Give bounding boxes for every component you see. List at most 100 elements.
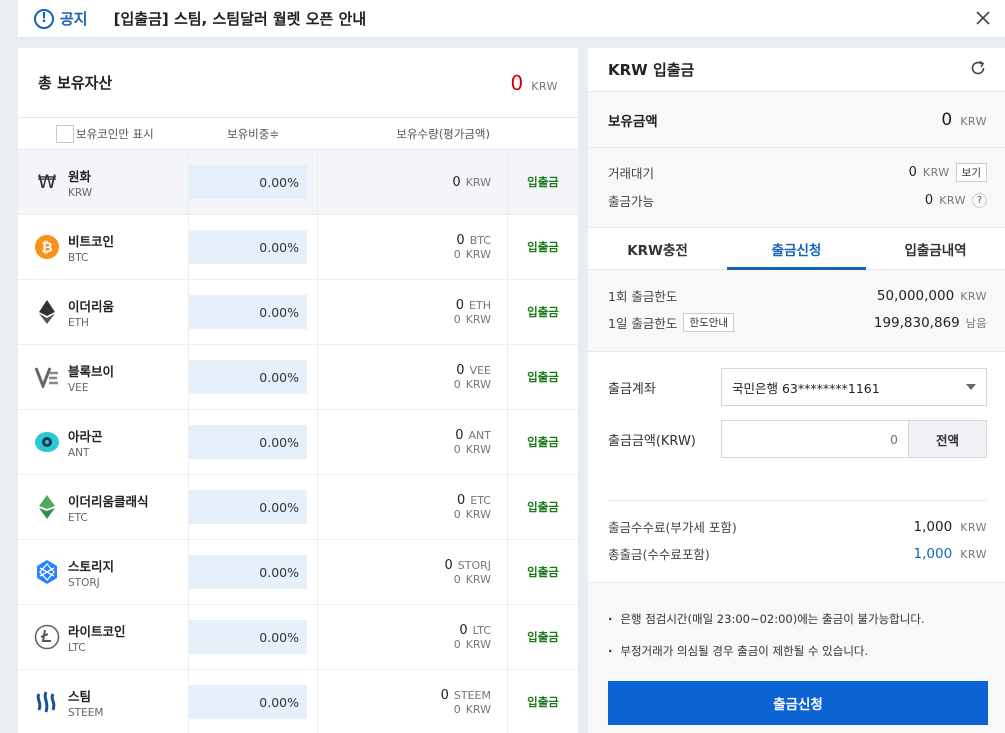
owned-only-toggle[interactable]: 보유코인만 표시 — [18, 124, 188, 143]
quantity-line: 0 VEE — [456, 363, 491, 378]
deposit-withdraw-link[interactable]: 입출금 — [508, 605, 578, 669]
total-assets-number: 0 — [510, 70, 524, 95]
value-line: 0 KRW — [454, 313, 491, 326]
holding-label: 보유금액 — [608, 113, 658, 130]
limit-day-row: 1일 출금한도 한도안내 199,830,869 남음 — [608, 309, 987, 336]
table-row[interactable]: ₿ 비트코인 BTC 0.00% 0 BTC 0 KRW 입출금 — [18, 215, 578, 280]
coin-quantity-unit: VEE — [469, 364, 491, 377]
tab-transaction-history[interactable]: 입출금내역 — [866, 228, 1005, 269]
steem-icon — [34, 689, 60, 715]
quantity-line: 0 STEEM — [441, 688, 491, 703]
coin-value: 0 — [453, 313, 461, 326]
coin-ratio-cell: 0.00% — [188, 280, 318, 344]
deposit-withdraw-link[interactable]: 입출금 — [508, 280, 578, 344]
coin-quantity-unit: ETC — [470, 494, 491, 507]
coin-quantity-cell: 0 LTC 0 KRW — [318, 605, 508, 669]
storj-icon — [34, 559, 60, 585]
deposit-withdraw-link[interactable]: 입출금 — [508, 150, 578, 214]
account-select[interactable]: 국민은행 63********1161 — [721, 368, 987, 406]
deposit-withdraw-link[interactable]: 입출금 — [508, 345, 578, 409]
coin-ratio: 0.00% — [189, 360, 307, 394]
help-icon[interactable]: ? — [972, 192, 987, 208]
coin-quantity-unit: BTC — [469, 234, 491, 247]
view-pending-button[interactable]: 보기 — [955, 162, 987, 182]
coin-quantity: 0 — [452, 174, 461, 190]
coin-value: 0 — [453, 248, 461, 261]
coin-quantity-unit: STEEM — [453, 689, 491, 702]
limit-once-row: 1회 출금한도 50,000,000 KRW — [608, 282, 987, 309]
coin-name: 블록브이 — [68, 363, 115, 379]
aragon-icon — [34, 429, 60, 455]
coin-ratio: 0.00% — [189, 620, 307, 654]
value-line: 0 KRW — [454, 508, 491, 521]
owned-only-checkbox[interactable] — [56, 124, 74, 143]
deposit-withdraw-link[interactable]: 입출금 — [508, 540, 578, 604]
coin-value-unit: KRW — [465, 443, 491, 456]
fee-unit: KRW — [960, 520, 987, 534]
coin-quantity-cell: 0 KRW — [318, 150, 508, 214]
bitcoin-icon: ₿ — [34, 234, 60, 260]
amount-input[interactable] — [722, 421, 908, 457]
fee-summary: 출금수수료(부가세 포함) 1,000 KRW 총출금(수수료포함) 1,000… — [608, 500, 987, 582]
value-line: 0 KRW — [454, 378, 491, 391]
svg-text:₿: ₿ — [41, 240, 52, 256]
coin-value: 0 — [453, 573, 461, 586]
coin-quantity: 0 — [456, 233, 465, 248]
coin-quantity: 0 — [457, 493, 466, 508]
deposit-withdraw-link[interactable]: 입출금 — [508, 670, 578, 733]
table-row[interactable]: 스토리지 STORJ 0.00% 0 STORJ 0 KRW 입출금 — [18, 540, 578, 605]
coin-ratio-cell: 0.00% — [188, 605, 318, 669]
fee-row: 출금수수료(부가세 포함) 1,000 KRW — [608, 513, 987, 540]
coin-name-cell: ₿ 비트코인 BTC — [18, 215, 188, 279]
limit-once-value: 50,000,000 — [876, 287, 955, 304]
coin-value: 0 — [453, 508, 461, 521]
holding-number: 0 — [941, 109, 953, 130]
fee-value: 1,000 — [913, 518, 953, 535]
coin-ratio: 0.00% — [189, 165, 307, 199]
quantity-line: 0 KRW — [452, 175, 491, 190]
table-row[interactable]: 이더리움클래식 ETC 0.00% 0 ETC 0 KRW 입출금 — [18, 475, 578, 540]
close-icon[interactable] — [973, 8, 993, 28]
table-row[interactable]: 이더리움 ETH 0.00% 0 ETH 0 KRW 입출금 — [18, 280, 578, 345]
total-withdraw-unit: KRW — [960, 547, 987, 561]
quantity-line: 0 ETH — [456, 298, 491, 313]
value-line: 0 KRW — [454, 248, 491, 261]
coin-symbol: KRW — [68, 186, 93, 199]
svg-text:₩: ₩ — [38, 171, 57, 193]
coin-name: 라이트코인 — [68, 623, 126, 639]
quantity-line: 0 ANT — [455, 428, 491, 443]
won-icon: ₩ — [34, 169, 60, 195]
coin-list: ₩ 원화 KRW 0.00% 0 KRW 입출금 ₿ 비트코인 BTC 0.00… — [18, 150, 578, 733]
limit-once-label: 1회 출금한도 — [608, 289, 678, 304]
coin-ratio-cell: 0.00% — [188, 670, 318, 733]
table-row[interactable]: 스팀 STEEM 0.00% 0 STEEM 0 KRW 입출금 — [18, 670, 578, 733]
notice-label: 공지 — [60, 10, 88, 28]
coin-symbol: BTC — [68, 251, 89, 264]
notice-bar: ! 공지 [입출금] 스팀, 스팀달러 월렛 오픈 안내 — [18, 0, 1005, 38]
exclamation-icon: ! — [34, 8, 54, 29]
coin-quantity-cell: 0 VEE 0 KRW — [318, 345, 508, 409]
coin-quantity-cell: 0 ETC 0 KRW — [318, 475, 508, 539]
table-row[interactable]: ₩ 원화 KRW 0.00% 0 KRW 입출금 — [18, 150, 578, 215]
notice-text[interactable]: [입출금] 스팀, 스팀달러 월렛 오픈 안내 — [114, 8, 367, 29]
limit-guide-button[interactable]: 한도안내 — [683, 313, 735, 332]
krw-tabs: KRW충전 출금신청 입출금내역 — [588, 228, 1005, 270]
tab-withdraw-request[interactable]: 출금신청 — [727, 228, 866, 270]
coin-value-unit: KRW — [465, 378, 491, 391]
all-amount-button[interactable]: 전액 — [908, 421, 986, 457]
withdraw-submit-button[interactable]: 출금신청 — [608, 681, 988, 725]
table-row[interactable]: 라이트코인 LTC 0.00% 0 LTC 0 KRW 입출금 — [18, 605, 578, 670]
available-value: 0 — [924, 192, 934, 208]
refresh-icon[interactable] — [969, 59, 987, 81]
coin-symbol: ETC — [68, 511, 88, 524]
table-row[interactable]: 블록브이 VEE 0.00% 0 VEE 0 KRW 입출금 — [18, 345, 578, 410]
deposit-withdraw-link[interactable]: 입출금 — [508, 215, 578, 279]
pending-row: 거래대기 0 KRW 보기 — [608, 158, 987, 186]
coin-quantity: 0 — [459, 623, 468, 638]
ratio-column-header[interactable]: 보유비중≑ — [188, 126, 318, 142]
deposit-withdraw-link[interactable]: 입출금 — [508, 410, 578, 474]
krw-title-row: KRW 입출금 — [588, 48, 1005, 92]
tab-krw-deposit[interactable]: KRW충전 — [588, 228, 727, 269]
deposit-withdraw-link[interactable]: 입출금 — [508, 475, 578, 539]
table-row[interactable]: 아라곤 ANT 0.00% 0 ANT 0 KRW 입출금 — [18, 410, 578, 475]
